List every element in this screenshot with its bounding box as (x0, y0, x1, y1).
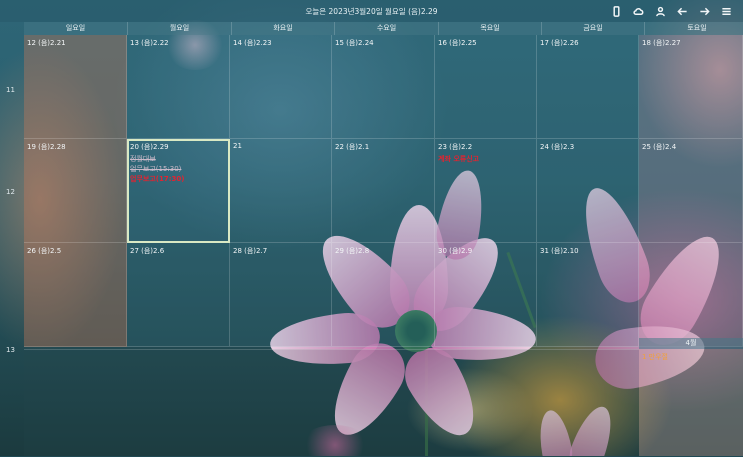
calendar-event[interactable]: 정월대보 (130, 154, 156, 164)
week-number: 13 (6, 346, 15, 354)
calendar-event[interactable]: 계좌 오류신고 (438, 154, 479, 164)
day-cell[interactable]: 26 (음)2.5 (24, 243, 127, 347)
day-date: 13 (음)2.22 (130, 39, 169, 47)
day-cell[interactable]: 19 (음)2.28 (24, 139, 127, 243)
day-date: 15 (음)2.24 (335, 39, 374, 47)
week-row: 12 (음)2.21 13 (음)2.22 14 (음)2.23 15 (음)2.24… (24, 35, 743, 139)
calendar-event[interactable]: 업무보고(15:30) (130, 164, 181, 174)
empty-area (24, 349, 639, 457)
cloud-icon[interactable] (631, 4, 645, 18)
day-date: 16 (음)2.25 (438, 39, 477, 47)
day-date: 24 (음)2.3 (540, 143, 575, 151)
day-cell[interactable]: 24 (음)2.3 (537, 139, 639, 243)
week-number: 12 (6, 188, 15, 196)
day-cell[interactable]: 23 (음)2.2 계좌 오류신고 (435, 139, 537, 243)
day-cell[interactable]: 22 (음)2.1 (332, 139, 435, 243)
day-date: 28 (음)2.7 (233, 247, 268, 255)
day-cell[interactable]: 28 (음)2.7 (230, 243, 332, 347)
day-cell[interactable]: 12 (음)2.21 (24, 35, 127, 139)
weekday-thursday: 목요일 (439, 22, 542, 35)
calendar-event[interactable]: 업무보고(17:30) (130, 174, 184, 184)
day-date: 26 (음)2.5 (27, 247, 62, 255)
week-row: 19 (음)2.28 20 (음)2.29 정월대보 업무보고(15:30) 업무보고(… (24, 139, 743, 243)
day-date: 29 (음)2.8 (335, 247, 370, 255)
top-bar: 오늘은 2023년3월20일 월요일 (음)2.29 (0, 0, 743, 22)
weekday-monday: 월요일 (128, 22, 232, 35)
day-cell[interactable]: 13 (음)2.22 (127, 35, 230, 139)
next-month-label: 4월 (639, 338, 743, 349)
menu-icon[interactable] (719, 4, 733, 18)
day-date: 31 (음)2.10 (540, 247, 579, 255)
day-cell[interactable]: 29 (음)2.8 (332, 243, 435, 347)
next-month-area: 1 만우절 (24, 349, 743, 457)
day-cell-april-1[interactable]: 1 만우절 (639, 349, 743, 456)
arrow-left-icon[interactable] (675, 4, 689, 18)
day-date: 14 (음)2.23 (233, 39, 272, 47)
day-date: 20 (음)2.29 (130, 143, 169, 151)
day-cell[interactable]: 27 (음)2.6 (127, 243, 230, 347)
day-cell[interactable]: 25 (음)2.4 (639, 139, 743, 243)
day-date: 21 (233, 142, 242, 150)
day-date: 19 (음)2.28 (27, 143, 66, 151)
day-date: 12 (음)2.21 (27, 39, 66, 47)
day-cell[interactable]: 30 (음)2.9 (435, 243, 537, 347)
day-date: 18 (음)2.27 (642, 39, 681, 47)
week-row: 26 (음)2.5 27 (음)2.6 28 (음)2.7 29 (음)2.8 30 (… (24, 243, 743, 347)
day-date: 23 (음)2.2 (438, 143, 473, 151)
day-cell[interactable]: 15 (음)2.24 (332, 35, 435, 139)
week-number: 11 (6, 86, 15, 94)
day-date: 27 (음)2.6 (130, 247, 165, 255)
weekday-tuesday: 화요일 (232, 22, 335, 35)
day-cell[interactable]: 21 (230, 139, 332, 243)
day-date: 25 (음)2.4 (642, 143, 677, 151)
week-number-column: 11 12 13 (0, 22, 24, 456)
weekday-friday: 금요일 (542, 22, 645, 35)
weekday-sunday: 일요일 (24, 22, 128, 35)
day-cell[interactable]: 31 (음)2.10 (537, 243, 639, 347)
day-date: 30 (음)2.9 (438, 247, 473, 255)
weekday-saturday: 토요일 (645, 22, 743, 35)
day-cell[interactable]: 16 (음)2.25 (435, 35, 537, 139)
phone-icon[interactable] (609, 4, 623, 18)
day-date: 1 만우절 (642, 353, 668, 361)
day-date: 22 (음)2.1 (335, 143, 370, 151)
day-cell[interactable]: 18 (음)2.27 (639, 35, 743, 139)
day-date: 17 (음)2.26 (540, 39, 579, 47)
day-cell[interactable]: 14 (음)2.23 (230, 35, 332, 139)
day-cell[interactable]: 17 (음)2.26 (537, 35, 639, 139)
day-cell-today[interactable]: 20 (음)2.29 정월대보 업무보고(15:30) 업무보고(17:30) (127, 139, 230, 243)
user-icon[interactable] (653, 4, 667, 18)
arrow-right-icon[interactable] (697, 4, 711, 18)
weekday-header: 일요일 월요일 화요일 수요일 목요일 금요일 토요일 (24, 22, 743, 35)
day-cell[interactable] (639, 243, 743, 347)
weekday-wednesday: 수요일 (335, 22, 439, 35)
